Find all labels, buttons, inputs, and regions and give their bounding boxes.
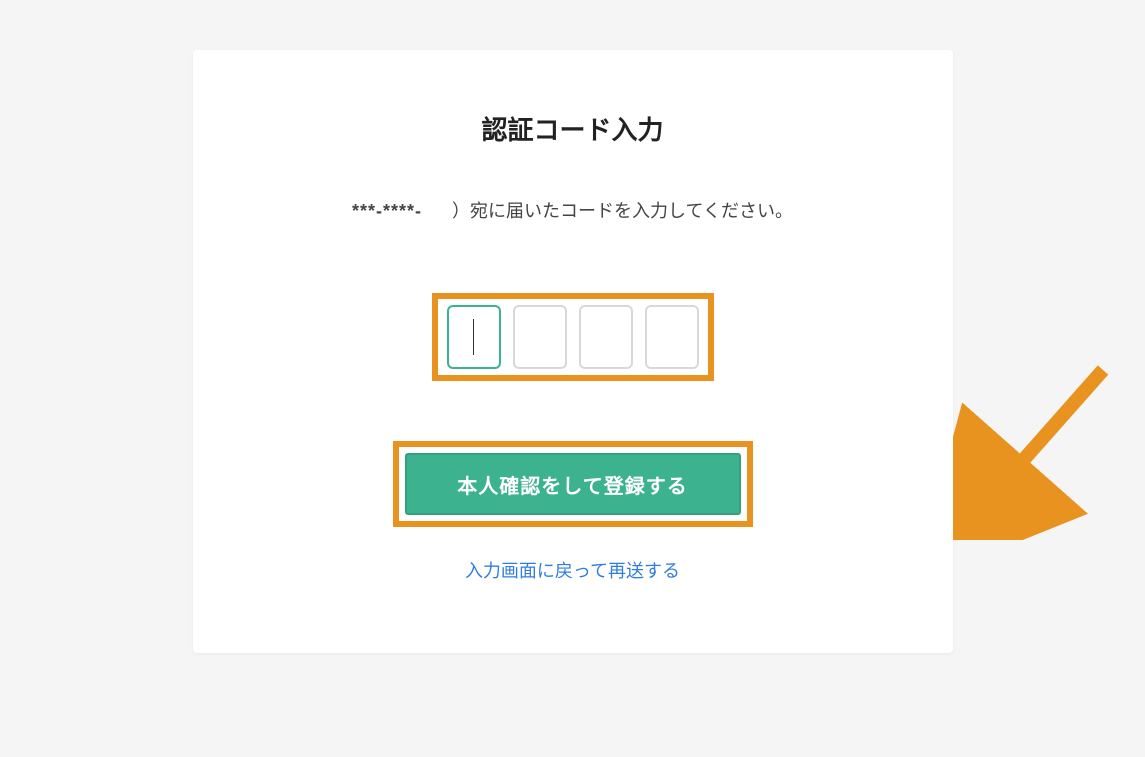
instruction-text: ***-****- ）宛に届いたコードを入力してください。 <box>233 197 913 223</box>
code-digit-1[interactable] <box>447 305 501 369</box>
text-cursor <box>473 319 474 355</box>
verification-card: 認証コード入力 ***-****- ）宛に届いたコードを入力してください。 本人確… <box>193 50 953 653</box>
code-input-highlight <box>432 293 714 381</box>
code-digit-3[interactable] <box>579 305 633 369</box>
masked-phone: ***-****- <box>352 201 422 221</box>
code-digit-2[interactable] <box>513 305 567 369</box>
submit-button-highlight: 本人確認をして登録する <box>393 441 753 527</box>
instruction-suffix: ）宛に届いたコードを入力してください。 <box>452 201 793 221</box>
resend-link[interactable]: 入力画面に戻って再送する <box>233 557 913 583</box>
page-title: 認証コード入力 <box>233 110 913 147</box>
submit-button[interactable]: 本人確認をして登録する <box>405 453 741 515</box>
code-digit-4[interactable] <box>645 305 699 369</box>
arrow-annotation-icon <box>953 350 1123 540</box>
